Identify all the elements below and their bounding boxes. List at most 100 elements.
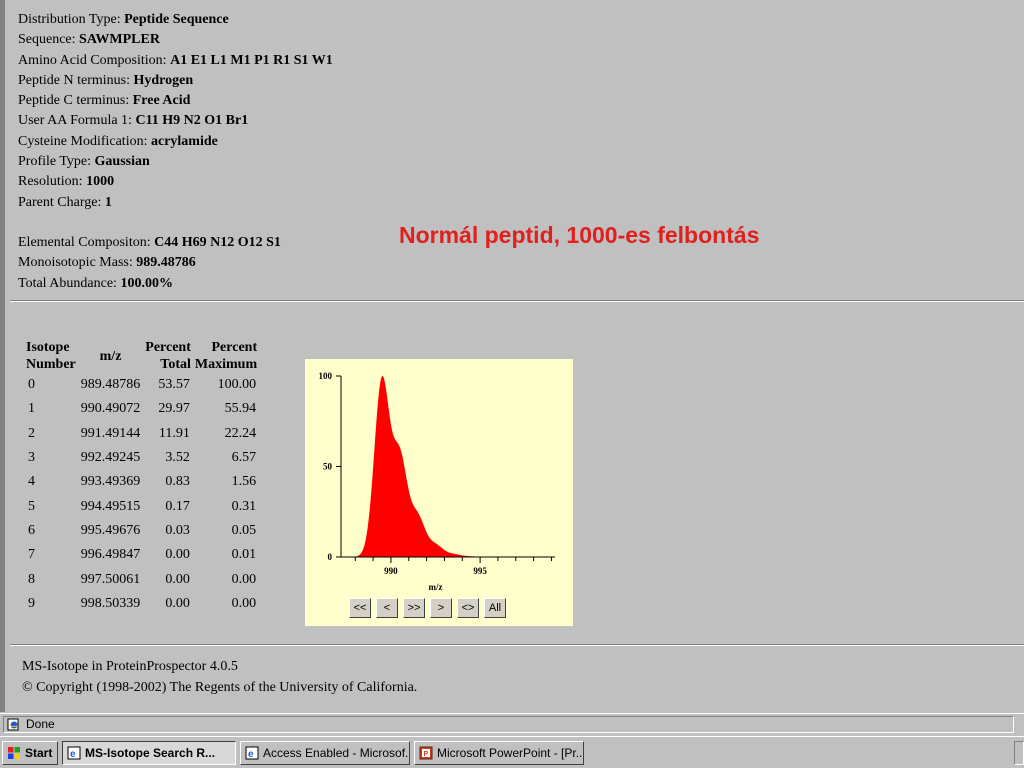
cell-percent-total: 0.00 [165, 571, 190, 587]
nav-first-button[interactable]: << [349, 598, 371, 618]
table-row: 9 998.50339 0.00 0.00 [24, 592, 259, 616]
status-text: Done [26, 717, 55, 731]
cell-percent-maximum: 0.05 [231, 522, 257, 538]
isotope-table: Isotope Number m/z Percent Total Percent Ma… [24, 339, 259, 616]
cell-isotope: 6 [28, 522, 35, 538]
value: Gaussian [94, 154, 150, 170]
column-header-isotope: Isotope Number [26, 340, 76, 372]
taskbar-item-label: MS-Isotope Search R... [85, 746, 216, 760]
system-tray [1014, 741, 1024, 765]
cell-isotope: 5 [28, 498, 35, 514]
cell-mz: 996.49847 [80, 547, 141, 563]
cell-percent-maximum: 6.57 [231, 450, 257, 466]
sequence-row: Sequence: SAWMPLER [18, 30, 333, 50]
cell-isotope: 7 [28, 547, 35, 563]
taskbar-item-access[interactable]: e Access Enabled - Microsof... [240, 741, 410, 765]
label: Sequence: [18, 32, 76, 48]
start-button[interactable]: Start [2, 741, 58, 765]
powerpoint-icon: P [419, 746, 433, 760]
value: acrylamide [150, 133, 218, 149]
monoisotopic-mass-row: Monoisotopic Mass: 989.48786 [18, 253, 281, 273]
elemental-composition-row: Elemental Compositon: C44 H69 N12 O12 S1 [18, 233, 281, 253]
label: Profile Type: [18, 154, 92, 170]
cell-percent-total: 0.03 [165, 522, 190, 538]
table-row: 5 994.49515 0.17 0.31 [24, 494, 259, 518]
table-row: 3 992.49245 3.52 6.57 [24, 446, 259, 470]
value: C11 H9 N2 O1 Br1 [135, 113, 249, 129]
label: Peptide C terminus: [18, 93, 130, 109]
cell-isotope: 1 [28, 401, 35, 417]
cell-percent-total: 53.57 [158, 377, 190, 393]
cell-mz: 990.49072 [80, 401, 141, 417]
table-row: 2 991.49144 11.91 22.24 [24, 422, 259, 446]
browser-content: Distribution Type: Peptide Sequence Sequ… [0, 0, 1024, 712]
table-row: 7 996.49847 0.00 0.01 [24, 543, 259, 567]
nav-zoom-button[interactable]: <> [457, 598, 479, 618]
label: Cysteine Modification: [18, 133, 148, 149]
column-header-mz: m/z [99, 348, 122, 364]
value: Peptide Sequence [124, 12, 229, 27]
cell-percent-total: 11.91 [158, 425, 190, 441]
label: Amino Acid Composition: [18, 52, 167, 68]
table-body: 0 989.48786 53.57 100.00 1 990.49072 29.97 55.9… [24, 373, 259, 616]
cell-isotope: 4 [28, 474, 35, 490]
cell-percent-total: 0.17 [165, 498, 190, 514]
n-terminus-row: Peptide N terminus: Hydrogen [18, 71, 333, 91]
isotope-plot: 0 50 100 990 995 m/z << < >> > <> All [305, 359, 573, 626]
nav-last-button[interactable]: >> [403, 598, 425, 618]
profile-type-row: Profile Type: Gaussian [18, 152, 333, 172]
label: Monoisotopic Mass: [18, 255, 133, 271]
y-tick-label: 50 [323, 462, 333, 472]
taskbar: Start e MS-Isotope Search R... e Access … [0, 736, 1024, 768]
value: 1000 [86, 174, 115, 190]
footer-version: MS-Isotope in ProteinProspector 4.0.5 [22, 659, 238, 674]
parent-charge-row: Parent Charge: 1 [18, 193, 333, 213]
cell-mz: 995.49676 [80, 522, 141, 538]
c-terminus-row: Peptide C terminus: Free Acid [18, 91, 333, 111]
label: Resolution: [18, 174, 83, 190]
table-row: 8 997.50061 0.00 0.00 [24, 567, 259, 591]
svg-text:e: e [248, 749, 254, 760]
cell-mz: 993.49369 [80, 474, 141, 490]
nav-all-button[interactable]: All [484, 598, 506, 618]
label: Distribution Type: [18, 12, 121, 27]
isotope-profile-area [341, 376, 555, 557]
windows-logo-icon [8, 747, 20, 759]
cell-mz: 997.50061 [80, 571, 141, 587]
start-label: Start [25, 746, 53, 760]
y-tick-label: 0 [328, 552, 333, 562]
taskbar-item-label: Access Enabled - Microsof... [263, 746, 410, 760]
resolution-row: Resolution: 1000 [18, 172, 333, 192]
cell-mz: 991.49144 [80, 425, 141, 441]
nav-prev-button[interactable]: < [376, 598, 398, 618]
table-row: 0 989.48786 53.57 100.00 [24, 373, 259, 397]
user-aa-formula-row: User AA Formula 1: C11 H9 N2 O1 Br1 [18, 111, 333, 131]
status-pane: Done [3, 716, 1014, 733]
cell-percent-total: 0.00 [165, 595, 190, 611]
taskbar-item-ms-isotope[interactable]: e MS-Isotope Search R... [62, 741, 236, 765]
value: A1 E1 L1 M1 P1 R1 S1 W1 [170, 52, 333, 68]
label: Parent Charge: [18, 194, 102, 210]
distribution-type-row: Distribution Type: Peptide Sequence [18, 10, 333, 30]
value: 100.00% [120, 275, 173, 291]
cell-percent-maximum: 100.00 [217, 377, 257, 393]
ie-icon: e [67, 746, 81, 760]
column-header-percent-total: Percent Total [145, 340, 191, 372]
annotation-text: Normál peptid, 1000-es felbontás [399, 222, 760, 248]
cell-percent-maximum: 0.31 [231, 498, 257, 514]
cell-mz: 989.48786 [80, 377, 141, 393]
cysteine-mod-row: Cysteine Modification: acrylamide [18, 132, 333, 152]
taskbar-item-label: Microsoft PowerPoint - [Pr... [437, 746, 584, 760]
plot-nav-buttons: << < >> > <> All [349, 598, 506, 618]
svg-text:e: e [70, 749, 76, 760]
cell-percent-maximum: 1.56 [231, 474, 257, 490]
cell-isotope: 8 [28, 571, 35, 587]
cell-percent-maximum: 22.24 [224, 425, 257, 441]
value: C44 H69 N12 O12 S1 [154, 235, 281, 250]
results-summary: Elemental Compositon: C44 H69 N12 O12 S1… [18, 233, 281, 294]
taskbar-item-powerpoint[interactable]: P Microsoft PowerPoint - [Pr... [414, 741, 584, 765]
footer-copyright: © Copyright (1998-2002) The Regents of t… [22, 680, 418, 695]
nav-next-button[interactable]: > [430, 598, 452, 618]
isotope-plot-svg: 0 50 100 990 995 m/z [319, 371, 555, 592]
value: 989.48786 [136, 255, 196, 271]
